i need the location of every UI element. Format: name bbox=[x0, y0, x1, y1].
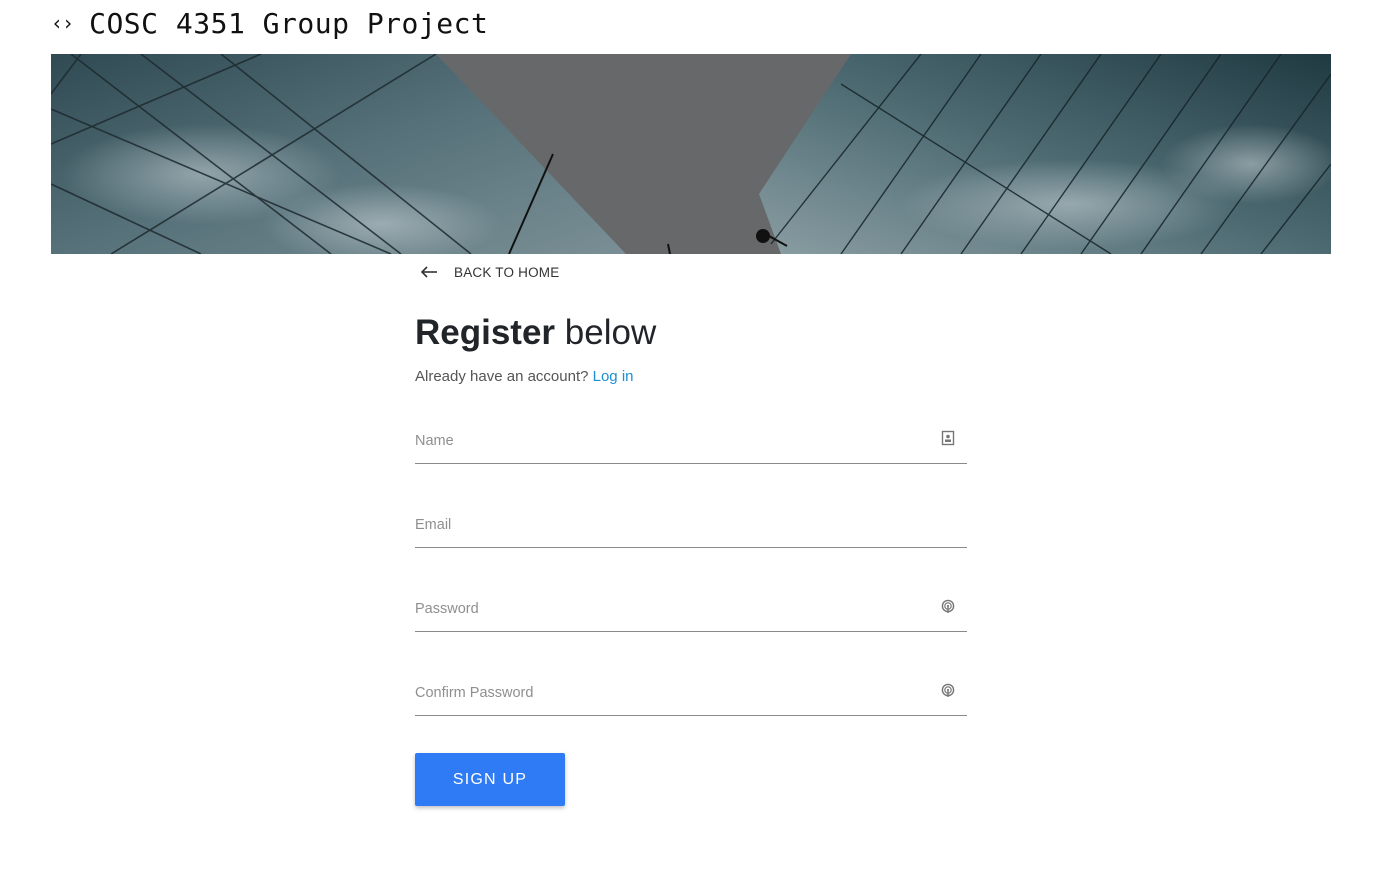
fingerprint-icon bbox=[941, 599, 955, 613]
email-input[interactable] bbox=[415, 513, 915, 537]
banner-image bbox=[51, 54, 1331, 254]
password-field bbox=[415, 585, 967, 632]
name-field bbox=[415, 417, 967, 464]
login-prompt-text: Already have an account? bbox=[415, 368, 593, 385]
fingerprint-icon bbox=[941, 683, 955, 697]
login-link[interactable]: Log in bbox=[593, 368, 634, 385]
code-brackets-icon: ‹› bbox=[51, 11, 74, 35]
confirm-password-field bbox=[415, 669, 967, 716]
sign-up-button[interactable]: SIGN UP bbox=[415, 753, 565, 806]
arrow-left-icon bbox=[420, 266, 437, 278]
page-title-strong: Register bbox=[415, 313, 556, 352]
confirm-password-input[interactable] bbox=[415, 681, 915, 705]
banner-buildings-illustration bbox=[51, 54, 1331, 254]
email-field bbox=[415, 501, 967, 548]
site-header: ‹› COSC 4351 Group Project bbox=[51, 4, 488, 42]
name-input[interactable] bbox=[415, 429, 915, 453]
page-title: Register below bbox=[415, 310, 656, 356]
site-title: COSC 4351 Group Project bbox=[89, 6, 489, 40]
id-badge-icon bbox=[941, 430, 955, 446]
login-prompt: Already have an account? Log in bbox=[415, 366, 634, 388]
password-input[interactable] bbox=[415, 597, 915, 621]
back-to-home-label: BACK TO HOME bbox=[454, 264, 560, 280]
page-title-rest: below bbox=[555, 313, 657, 352]
back-to-home-link[interactable]: BACK TO HOME bbox=[420, 262, 559, 282]
